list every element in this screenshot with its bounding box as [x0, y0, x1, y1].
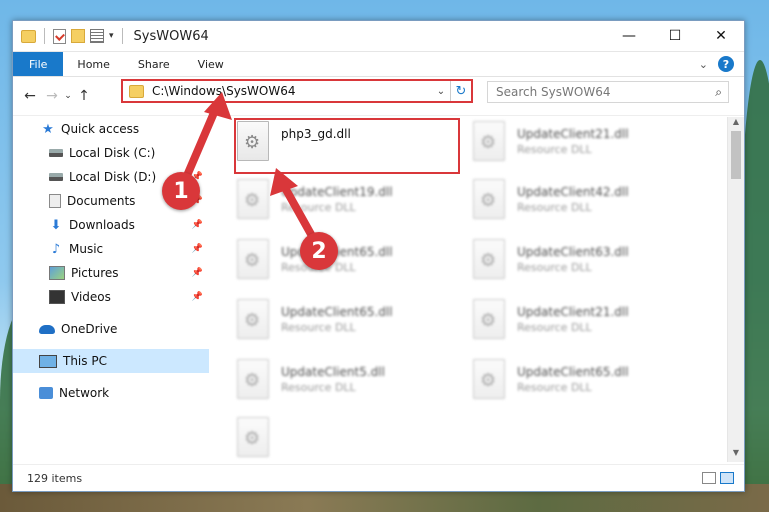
step-1-badge: 1 — [162, 172, 200, 210]
step-2-badge: 2 — [300, 232, 338, 270]
arrow-to-address-bar — [182, 104, 220, 182]
arrow-head-1 — [204, 92, 232, 120]
arrow-to-file — [280, 182, 316, 240]
annotation-arrows — [182, 92, 316, 240]
